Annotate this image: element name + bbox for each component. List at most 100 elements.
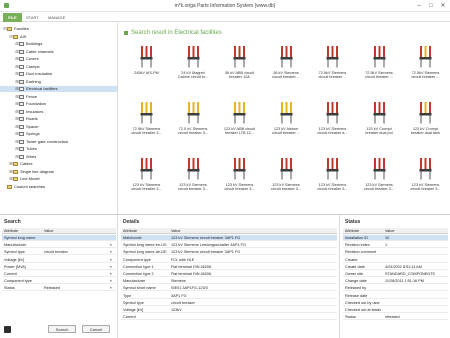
result-tile[interactable]: 24 kV Magnet Cabine circuit br... — [170, 43, 217, 89]
property-value[interactable]: 123 kV Siemens Leistungsschalter 3AP1 FG — [169, 242, 331, 248]
tree-item[interactable]: ⊞ Insulators — [0, 109, 117, 115]
tab-start[interactable]: START — [21, 13, 44, 22]
result-tile[interactable]: 123 kV Crompt breaker dual pol — [356, 99, 403, 145]
close-button[interactable]: ✕ — [438, 2, 448, 10]
property-value[interactable] — [383, 285, 442, 291]
chevron-down-icon[interactable]: ▾ — [110, 271, 112, 277]
property-row[interactable]: Symbol type circuit breaker — [121, 300, 337, 306]
property-value[interactable] — [42, 264, 110, 270]
tab-manage[interactable]: MANAGE — [43, 13, 70, 22]
tab-file[interactable]: FILE — [3, 13, 22, 22]
chevron-down-icon[interactable]: ▾ — [110, 285, 112, 291]
property-value[interactable]: FCL with HLE — [169, 257, 331, 263]
property-value[interactable]: circuit breaker — [42, 249, 110, 255]
property-value[interactable]: Flat terminal DIN 46206 — [169, 264, 331, 270]
result-tile[interactable]: 123 kV Alstom circuit breaker ... — [263, 99, 310, 145]
tree-item[interactable]: ⊟ AIS — [0, 34, 117, 40]
chevron-down-icon[interactable]: ▾ — [110, 249, 112, 255]
tree-item[interactable]: ⊞ Tubes — [0, 146, 117, 152]
property-row[interactable]: Installation ID 10 — [343, 235, 448, 241]
tree-item[interactable]: ⊞ Earthing — [0, 79, 117, 85]
property-value[interactable] — [42, 278, 110, 284]
result-tile[interactable]: 72.5kV Siemens circuit breaker ... — [402, 43, 449, 89]
result-tile[interactable]: 72.5kV Siemens circuit breaker 3... — [123, 99, 170, 145]
chevron-down-icon[interactable]: ▾ — [110, 278, 112, 284]
chevron-down-icon[interactable]: ▾ — [110, 257, 112, 263]
property-row[interactable]: Checked out at station — [343, 307, 448, 313]
tree-item[interactable]: ⊞ Buildings — [0, 41, 117, 47]
property-row[interactable]: Create date 4/24/2002 8:51:11 AM — [343, 264, 448, 270]
cancel-button[interactable]: Cancel — [82, 325, 110, 333]
property-value[interactable] — [42, 242, 110, 248]
property-row[interactable]: Manufacturer ▾ — [2, 242, 116, 249]
tree-item[interactable]: ⊞ Roads — [0, 116, 117, 122]
tree-item[interactable]: ⊞ Electrical facilities — [0, 86, 117, 92]
property-value[interactable] — [383, 249, 442, 255]
property-row[interactable]: Power [MVA] ▾ — [2, 264, 116, 270]
property-value[interactable]: 123 kV Siemens circuit breaker 3AP1 FG — [169, 235, 331, 241]
result-tile[interactable]: 123 kV ABB circuit breaker LTB 12... — [216, 99, 263, 145]
property-row[interactable]: Symbol long name — [2, 235, 116, 241]
property-value[interactable] — [169, 314, 331, 320]
property-row[interactable]: Component type ▾ — [2, 278, 116, 285]
tree-item[interactable]: ⊞ Spacer — [0, 124, 117, 130]
property-row[interactable]: Connection type 2 Flat terminal DIN 46206 — [121, 271, 337, 277]
result-tile[interactable]: 123 kV Siemens circuit breaker 3... — [123, 155, 170, 201]
minimize-button[interactable]: – — [414, 2, 424, 10]
property-row[interactable]: Manufacturer Siemens — [121, 278, 337, 285]
result-tile[interactable]: 72.5 kV Siemens circuit breaker 3... — [170, 99, 217, 145]
tree-item[interactable]: ⊞ Covers — [0, 56, 117, 62]
tree-item[interactable]: ⊞ Single line diagram — [0, 169, 117, 175]
result-tile[interactable]: 72.5kV Siemens circuit breaker ... — [309, 43, 356, 89]
tree-item[interactable]: ⊞ Cables — [0, 161, 117, 167]
property-value[interactable]: 123kV — [169, 307, 331, 313]
result-tile[interactable]: 123 kV Siemens circuit breaker 3... — [309, 155, 356, 201]
property-row[interactable]: Symbol long name-en-US 123 kV Siemens Lei… — [121, 242, 337, 249]
tree-item[interactable]: ⊟ Families — [0, 26, 117, 32]
property-row[interactable]: Symbol type circuit breaker ▾ — [2, 249, 116, 256]
property-value[interactable] — [383, 257, 442, 263]
property-row[interactable]: Revision index 1 — [343, 242, 448, 249]
property-row[interactable]: Component type FCL with HLE — [121, 257, 337, 263]
result-tile[interactable]: 36 kV ABB circuit breaker 12A — [216, 43, 263, 89]
result-tile[interactable]: 123 kV Siemens circuit breaker 3... — [356, 155, 403, 201]
result-tile[interactable]: 123 kV Siemens circuit breaker 3... — [402, 155, 449, 201]
property-value[interactable]: circuit breaker — [169, 300, 331, 306]
property-value[interactable] — [383, 300, 442, 306]
tree-item[interactable]: ⊞ Wires — [0, 154, 117, 160]
property-row[interactable]: Change date 11/28/2011 1:51:16 PM — [343, 278, 448, 285]
property-value[interactable]: 3AP1 FG — [169, 293, 331, 299]
property-row[interactable]: Connection type 1 Flat terminal DIN 46206 — [121, 264, 337, 270]
property-value[interactable]: STANDARD_COMPONENTS — [383, 271, 442, 277]
result-tile[interactable]: 123 kV Siemens circuit breaker 3... — [170, 155, 217, 201]
property-value[interactable]: 10 — [383, 235, 442, 241]
result-tile[interactable]: 123 kV Crompt breaker dual tank — [402, 99, 449, 145]
tree-item[interactable]: ⊞ Duct insulation — [0, 71, 117, 77]
property-row[interactable]: Current — [121, 314, 337, 321]
property-value[interactable]: 123 kV Siemens circuit breaker 3AP1 FG — [169, 249, 331, 255]
property-value[interactable]: Released — [42, 285, 110, 291]
result-tile[interactable]: 123 kV Siemens circuit breaker 3... — [216, 155, 263, 201]
maximize-button[interactable]: □ — [426, 2, 436, 10]
property-value[interactable]: 11/28/2011 1:51:16 PM — [383, 278, 442, 284]
property-value[interactable] — [383, 307, 442, 313]
property-row[interactable]: Current ▾ — [2, 271, 116, 277]
property-row[interactable]: Status Released ▾ — [2, 285, 116, 292]
property-row[interactable]: Checked out by user — [343, 300, 448, 306]
chevron-down-icon[interactable]: ▾ — [110, 264, 112, 270]
property-row[interactable]: Matchcode 123 kV Siemens circuit breaker … — [121, 235, 337, 241]
tree-item[interactable]: ⊞ Tower gate construction — [0, 139, 117, 145]
property-value[interactable] — [383, 293, 442, 299]
property-row[interactable]: Owner site STANDARD_COMPONENTS — [343, 271, 448, 277]
search-button[interactable]: Search — [48, 325, 76, 333]
result-tile[interactable]: 123 kV Siemens circuit breaker a... — [309, 99, 356, 145]
result-tile[interactable]: 123 kV Siemens circuit breaker 3... — [263, 155, 310, 201]
property-row[interactable]: Voltage [kV] ▾ — [2, 257, 116, 263]
property-row[interactable]: Symbol long name-de-DE 123 kV Siemens cir… — [121, 249, 337, 256]
property-value[interactable] — [42, 235, 110, 241]
tree-item[interactable]: Custom searches — [0, 184, 117, 190]
property-value[interactable]: Flat terminal DIN 46206 — [169, 271, 331, 277]
property-value[interactable] — [42, 271, 110, 277]
property-value[interactable]: released — [383, 314, 442, 320]
tree-item[interactable]: ⊞ Line Model — [0, 176, 117, 182]
